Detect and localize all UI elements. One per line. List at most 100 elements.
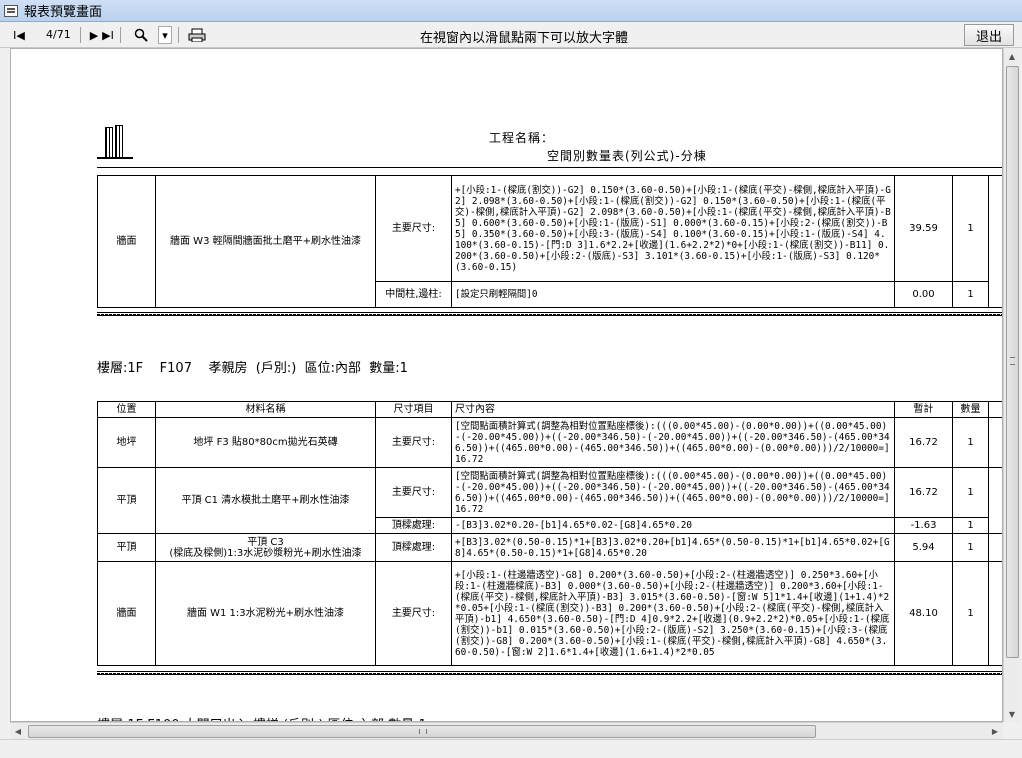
size-item-cell: 主要尺寸: — [375, 175, 452, 282]
qty-cell: 1 — [952, 561, 989, 666]
zoom-dropdown-button[interactable]: ▾ — [158, 26, 172, 44]
material-line-2: (樑底及樑側)1:3水泥砂漿粉光+刷水性油漆 — [169, 547, 362, 559]
toolbar-separator — [178, 27, 179, 43]
floor-label: 樓層:1F — [97, 361, 144, 376]
vertical-scrollbar[interactable]: ▲ ▼ — [1003, 48, 1020, 722]
size-item-cell: 頂樑處理: — [375, 533, 452, 562]
continued-item-table: 牆面 牆面 W3 輕隔間牆面批土磨平+刷水性油漆 主要尺寸: +[小段:1-(樑… — [97, 175, 1002, 308]
scroll-down-icon[interactable]: ▼ — [1004, 706, 1020, 722]
material-cell: 牆面 W1 1:3水泥粉光+刷水性油漆 — [155, 561, 376, 666]
scroll-left-icon[interactable]: ◀ — [10, 723, 26, 739]
qty-cell: 1 — [952, 281, 989, 308]
position-cell: 牆面 — [97, 561, 156, 666]
scroll-up-icon[interactable]: ▲ — [1004, 48, 1020, 64]
table-row: 平頂 平頂 C3 (樑底及樑側)1:3水泥砂漿粉光+刷水性油漆 頂樑處理: +[… — [97, 533, 1002, 562]
position-cell: 平頂 — [97, 467, 156, 534]
total-cell: 39.59 — [894, 175, 953, 282]
size-item-cell: 主要尺寸: — [375, 561, 452, 666]
first-page-button[interactable]: I◀ — [8, 26, 30, 44]
grip-icon — [419, 729, 427, 734]
section-header: 樓層:1F F107 孝親房 (戶別:) 區位:內部 數量:1 — [97, 357, 408, 376]
zoom-hint: 在視窗內以滑鼠點兩下可以放大字體 — [420, 31, 629, 46]
print-button[interactable] — [186, 26, 208, 44]
window-title: 報表預覽畫面 — [24, 5, 103, 20]
qty-cell: 1 — [952, 533, 989, 562]
magnifier-icon — [134, 28, 148, 42]
section-divider — [97, 312, 1002, 316]
size-item-cell: 頂樑處理: — [375, 517, 452, 534]
size-item-cell: 主要尺寸: — [375, 467, 452, 518]
header-rule — [97, 167, 1002, 168]
qty-cell: 1 — [952, 417, 989, 468]
room-code: F107 — [159, 361, 192, 376]
next-page-button[interactable]: ▶ — [88, 26, 100, 44]
toolbar-separator — [120, 27, 121, 43]
total-cell: 16.72 — [894, 417, 953, 468]
column-header: 尺寸項目 — [375, 401, 452, 418]
table-row: 牆面 牆面 W1 1:3水泥粉光+刷水性油漆 主要尺寸: +[小段:1-(柱邊牆… — [97, 561, 1002, 666]
last-page-button[interactable]: ▶I — [100, 26, 116, 44]
scroll-right-icon[interactable]: ▶ — [987, 723, 1003, 739]
size-content-cell: [空間點面積計算式(調整為相對位置點座標後):(((0.00*45.00)-(0… — [451, 467, 895, 518]
edge-cell — [988, 533, 1002, 562]
size-content-cell: [空間點面積計算式(調整為相對位置點座標後):(((0.00*45.00)-(0… — [451, 417, 895, 468]
material-cell: 平頂 C1 清水模批土磨平+刷水性油漆 — [155, 467, 376, 534]
size-content-cell: +[小段:1-(柱邊牆透空)-G8] 0.200*(3.60-0.50)+[小段… — [451, 561, 895, 666]
total-cell: -1.63 — [894, 517, 953, 534]
section-divider — [97, 671, 1002, 675]
page-indicator: 4/71 — [46, 28, 71, 41]
count-label: 數量:1 — [369, 361, 408, 376]
title-bar: 報表預覽畫面 — [0, 0, 1022, 22]
column-header: 材料名稱 — [155, 401, 376, 418]
size-content-cell: +[B3]3.02*(0.50-0.15)*1+[B3]3.02*0.20+[b… — [451, 533, 895, 562]
edge-cell — [988, 175, 1002, 308]
position-cell: 平頂 — [97, 533, 156, 562]
grip-icon — [1010, 357, 1015, 365]
size-content-cell: -[B3]3.02*0.20-[b1]4.65*0.02-[G8]4.65*0.… — [451, 517, 895, 534]
printer-icon — [188, 28, 206, 42]
column-header: 尺寸內容 — [451, 401, 895, 418]
app-icon — [4, 4, 18, 17]
material-cell: 牆面 W3 輕隔間牆面批土磨平+刷水性油漆 — [155, 175, 376, 308]
total-cell: 16.72 — [894, 467, 953, 518]
project-name-label: 工程名稱： — [489, 131, 555, 145]
table-row: 地坪 地坪 F3 貼80*80cm拋光石英磚 主要尺寸: [空間點面積計算式(調… — [97, 417, 1002, 468]
report-viewport[interactable]: 工程名稱： 空間別數量表(列公式)-分棟 牆面 牆面 W3 輕隔間牆面批土磨平+… — [10, 48, 1003, 722]
total-cell: 48.10 — [894, 561, 953, 666]
material-cell: 平頂 C3 (樑底及樑側)1:3水泥砂漿粉光+刷水性油漆 — [155, 533, 376, 562]
total-cell: 5.94 — [894, 533, 953, 562]
position-cell: 牆面 — [97, 175, 156, 308]
edge-cell — [988, 467, 1002, 534]
column-header: 位置 — [97, 401, 156, 418]
size-content-cell: [設定只刷輕隔間]0 — [451, 281, 895, 308]
household-label: (戶別:) — [255, 361, 297, 376]
edge-cell — [988, 417, 1002, 468]
zoom-icon[interactable] — [128, 26, 154, 44]
size-content-cell: +[小段:1-(樑底(割交))-G2] 0.150*(3.60-0.50)+[小… — [451, 175, 895, 282]
vertical-scroll-thumb[interactable] — [1006, 66, 1019, 658]
horizontal-scroll-thumb[interactable] — [28, 725, 816, 738]
edge-cell — [988, 561, 1002, 666]
room-items-table: 位置 材料名稱 尺寸項目 尺寸內容 暫計 數量 地坪 地坪 F3 貼80*80c… — [97, 401, 1002, 666]
column-header: 數量 — [952, 401, 989, 418]
qty-cell: 1 — [952, 517, 989, 534]
material-cell: 地坪 F3 貼80*80cm拋光石英磚 — [155, 417, 376, 468]
edge-cell — [988, 401, 1002, 418]
qty-cell: 1 — [952, 175, 989, 282]
next-section-header: 樓層:1F F100 大門口出入 樓梯 (戶別:) 區位:內部 數量:1 — [97, 714, 427, 721]
table-row: 平頂 平頂 C1 清水模批土磨平+刷水性油漆 主要尺寸: [空間點面積計算式(調… — [97, 467, 1002, 534]
size-item-cell: 中間柱,邊柱: — [375, 281, 452, 308]
status-bar — [0, 739, 1022, 758]
horizontal-scrollbar[interactable]: ◀ ▶ — [10, 722, 1003, 739]
size-item-cell: 主要尺寸: — [375, 417, 452, 468]
material-line-1: 平頂 C3 — [247, 536, 284, 548]
toolbar: I◀ 4/71 ▶ ▶I ▾ 在視窗內以滑鼠點兩下可以放大字體 退出 — [0, 22, 1022, 48]
qty-cell: 1 — [952, 467, 989, 518]
total-cell: 0.00 — [894, 281, 953, 308]
exit-button[interactable]: 退出 — [964, 24, 1014, 46]
report-subtitle: 空間別數量表(列公式)-分棟 — [547, 149, 707, 163]
room-name: 孝親房 — [208, 361, 248, 376]
zone-label: 區位:內部 — [304, 361, 361, 376]
column-header: 暫計 — [894, 401, 953, 418]
company-logo — [97, 125, 133, 159]
